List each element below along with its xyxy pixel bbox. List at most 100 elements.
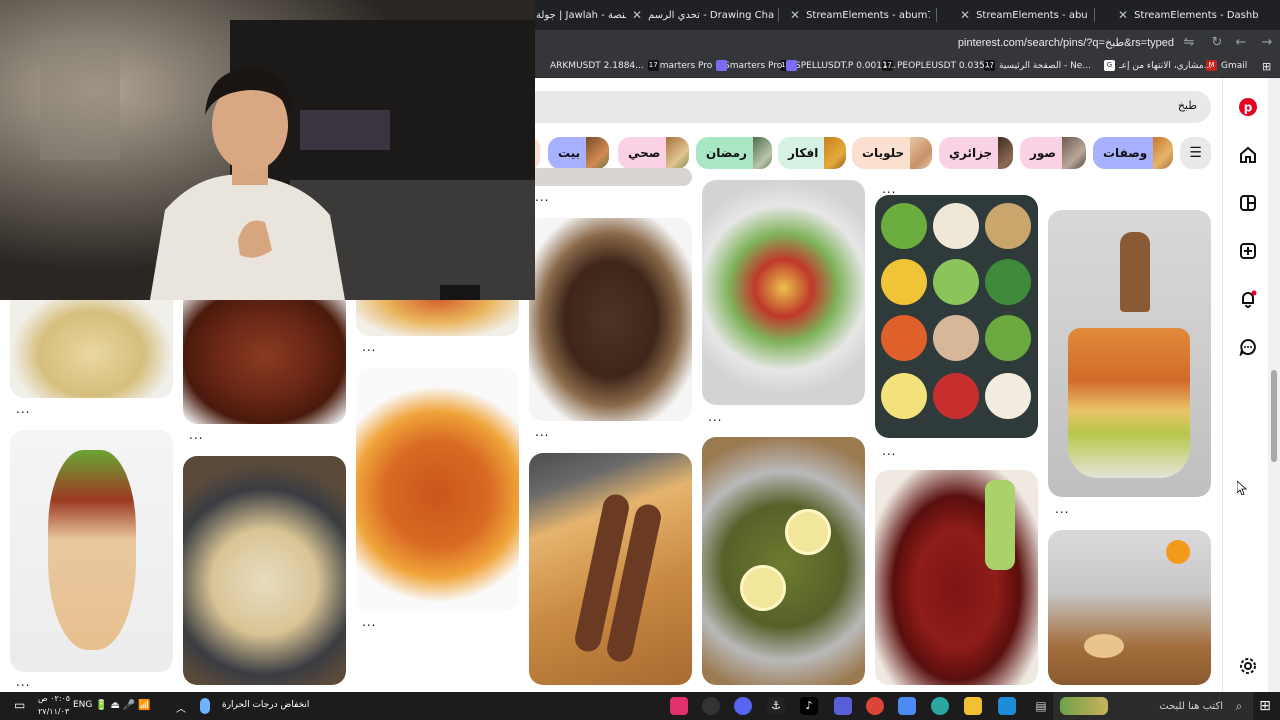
tab-title: StreamElements - abum7i: [976, 9, 1088, 21]
bookmarks-apps-icon[interactable]: ⊞: [1262, 60, 1271, 73]
file-explorer-icon[interactable]: [964, 697, 982, 715]
thermometer-icon[interactable]: [200, 698, 210, 714]
forward-arrow-icon[interactable]: ←: [1232, 34, 1250, 52]
close-tab-icon[interactable]: ✕: [632, 8, 642, 22]
bookmark-smarters-1[interactable]: Smarters Pro: [654, 60, 728, 71]
tray-chevron-icon[interactable]: ︿: [176, 700, 186, 715]
task-view-icon[interactable]: ▤: [1032, 697, 1050, 715]
clock-time[interactable]: ٠٢:٠٥ ص: [38, 694, 70, 703]
pin-glazed-chicken[interactable]: [875, 470, 1038, 685]
pancake: [1084, 634, 1124, 658]
filter-settings-icon[interactable]: ☰: [1180, 137, 1211, 169]
bookmark-label: Smarters Pro: [724, 60, 783, 71]
webcam-overlay: [0, 0, 535, 300]
chip-ramadan[interactable]: رمضان: [696, 137, 772, 169]
settings-gear-icon[interactable]: [1238, 656, 1258, 676]
notifications-icon[interactable]: [1238, 289, 1258, 309]
bookmark-peopleusdt[interactable]: 17 PEOPLEUSDT 0.035...: [882, 60, 993, 71]
discord-icon[interactable]: [734, 697, 752, 715]
reload-icon[interactable]: ↻: [1208, 34, 1226, 52]
chip-sihhi[interactable]: صحي: [618, 137, 689, 169]
pin-braised-beef[interactable]: [183, 288, 346, 424]
pin-more-button[interactable]: ...: [16, 402, 30, 416]
close-tab-icon[interactable]: ✕: [1118, 8, 1128, 22]
bowl: [985, 203, 1031, 249]
tab-streamelements-abum7i[interactable]: ✕ StreamElements - abum7i: [790, 2, 930, 28]
pin-meal-prep-bowls[interactable]: [875, 195, 1038, 438]
obs-icon[interactable]: [702, 697, 720, 715]
anchor-app-icon[interactable]: ⚓: [767, 697, 785, 715]
explore-icon[interactable]: [1238, 193, 1258, 213]
edge-icon[interactable]: [931, 697, 949, 715]
bowl: [985, 315, 1031, 361]
windows-start-icon[interactable]: ⊞: [1256, 697, 1274, 715]
close-tab-icon[interactable]: ✕: [960, 8, 970, 22]
create-icon[interactable]: [1238, 241, 1258, 261]
pin-breakfast-tray[interactable]: [1048, 530, 1211, 685]
messages-icon[interactable]: [1238, 337, 1258, 357]
home-icon[interactable]: [1238, 145, 1258, 165]
pin-chicken-potatoes[interactable]: [183, 456, 346, 685]
pinterest-logo-icon[interactable]: p: [1238, 97, 1258, 117]
tab-streamelements-dashboard[interactable]: ✕ StreamElements - Dashboard: [1118, 2, 1258, 28]
pin-more-button[interactable]: ...: [362, 615, 376, 629]
pin-steak-pasta[interactable]: [10, 288, 173, 398]
tiktok-icon[interactable]: ♪: [800, 697, 818, 715]
back-arrow-icon[interactable]: →: [1258, 34, 1276, 52]
pin-stuffed-grape-leaves[interactable]: [702, 437, 865, 685]
pin-more-button[interactable]: ...: [708, 410, 722, 424]
bookmark-home[interactable]: 17 الصفحة الرئيسية - Ne...: [984, 60, 1091, 71]
trifle-bowl: [1068, 328, 1190, 478]
weather-text[interactable]: انخفاض درجات الحرارة: [222, 700, 309, 710]
tiktok-live-icon[interactable]: [670, 697, 688, 715]
app-icon[interactable]: [834, 697, 852, 715]
pin-more-button[interactable]: ...: [882, 182, 896, 196]
chip-label: صحي: [628, 146, 661, 160]
language-indicator[interactable]: ENG: [73, 700, 92, 710]
bowl: [985, 259, 1031, 305]
bookmark-smarters-2[interactable]: Smarters Pro: [724, 60, 798, 71]
pin-healthy-plate[interactable]: [702, 180, 865, 405]
pin-more-button[interactable]: ...: [362, 340, 376, 354]
pin-orange-chicken[interactable]: [356, 368, 519, 611]
chip-jazairi[interactable]: جزائري: [939, 137, 1013, 169]
chip-halawiyat[interactable]: حلويات: [852, 137, 932, 169]
bookmark-arkmusdt[interactable]: ARKMUSDT 2.1884... 17: [550, 60, 659, 71]
pin-beef-onions[interactable]: [529, 218, 692, 421]
widget-thumbnail[interactable]: [1060, 697, 1108, 715]
clock-date[interactable]: ٢٧/١١/٠٣: [38, 707, 69, 716]
search-icon[interactable]: ⌕: [1230, 697, 1248, 715]
tab-separator: [936, 8, 937, 22]
pin-more-button[interactable]: ...: [882, 444, 896, 458]
pin-more-button[interactable]: ...: [535, 425, 549, 439]
pin-more-button[interactable]: ...: [1055, 502, 1069, 516]
tab-streamelements-abum7i-2[interactable]: ✕ StreamElements - abum7i: [960, 2, 1088, 28]
search-bar[interactable]: [520, 91, 1211, 123]
scrollbar-thumb[interactable]: [1271, 370, 1277, 462]
chip-wasafat[interactable]: وصفات: [1093, 137, 1173, 169]
chrome-icon[interactable]: [866, 697, 884, 715]
site-settings-icon[interactable]: ⇋: [1180, 34, 1198, 52]
pin-shawarma-wrap[interactable]: [10, 430, 173, 672]
outlook-icon[interactable]: [998, 697, 1016, 715]
pin-more-button[interactable]: ...: [16, 675, 30, 689]
chip-afkar[interactable]: افكار: [778, 137, 846, 169]
bookmark-mashari[interactable]: G مشاري، الانتهاء من إعـ...: [1104, 60, 1212, 71]
chip-suwar[interactable]: صور: [1020, 137, 1086, 169]
search-input[interactable]: [897, 99, 1197, 112]
url-text[interactable]: pinterest.com/search/pins/?q=طبخ&rs=type…: [958, 36, 1174, 49]
store-icon[interactable]: [898, 697, 916, 715]
tab-jawlah[interactable]: جولة | Jawlah - منصة: [536, 2, 626, 28]
page-scrollbar[interactable]: [1268, 78, 1280, 692]
bookmark-spellusdt[interactable]: 17SPELLUSDT.P 0.0011...: [780, 60, 896, 71]
chip-bait[interactable]: بيت: [548, 137, 609, 169]
notification-center-icon[interactable]: ▭: [14, 698, 25, 712]
pin-kebab-flatbread[interactable]: [529, 453, 692, 685]
pin-more-button[interactable]: ...: [189, 428, 203, 442]
pin-partial-top[interactable]: [529, 168, 692, 186]
pin-more-button[interactable]: ...: [535, 190, 549, 204]
close-tab-icon[interactable]: ✕: [790, 8, 800, 22]
system-tray-icons[interactable]: 🔋⏏🎤📶: [95, 700, 154, 711]
tab-drawing-challenge[interactable]: ✕ تحدي الرسم - Drawing Challenge: [632, 2, 774, 28]
pin-layered-salad[interactable]: [1048, 210, 1211, 497]
